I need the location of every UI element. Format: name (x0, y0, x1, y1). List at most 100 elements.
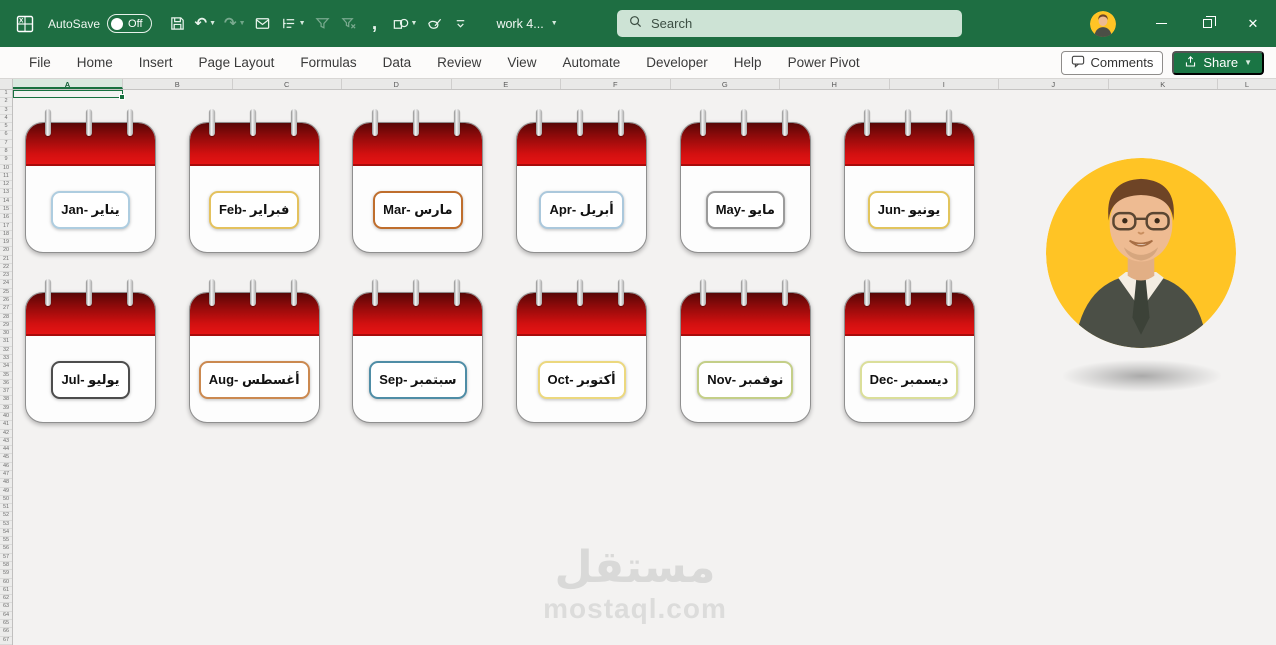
row-header-66[interactable]: 66 (0, 628, 12, 637)
row-header-50[interactable]: 50 (0, 496, 12, 505)
tab-formulas[interactable]: Formulas (287, 47, 369, 78)
row-header-12[interactable]: 12 (0, 181, 12, 190)
calendar-card-aug[interactable]: Aug- أغسطس (188, 279, 320, 423)
row-header-36[interactable]: 36 (0, 380, 12, 389)
restore-button[interactable] (1184, 0, 1230, 47)
row-header-22[interactable]: 22 (0, 264, 12, 273)
tab-home[interactable]: Home (64, 47, 126, 78)
row-header-33[interactable]: 33 (0, 355, 12, 364)
edit-shape-icon[interactable] (422, 9, 446, 39)
row-header-49[interactable]: 49 (0, 488, 12, 496)
calendar-card-jan[interactable]: Jan- يناير (25, 109, 156, 253)
tab-insert[interactable]: Insert (126, 47, 186, 78)
month-button-mar[interactable]: Mar- مارس (373, 191, 463, 229)
column-header-g[interactable]: G (671, 79, 780, 89)
row-header-19[interactable]: 19 (0, 239, 12, 248)
comments-button[interactable]: Comments (1060, 50, 1164, 75)
row-header-37[interactable]: 37 (0, 388, 12, 397)
month-button-nov[interactable]: Nov- نوفمبر (697, 361, 794, 399)
tab-data[interactable]: Data (370, 47, 425, 78)
tab-automate[interactable]: Automate (549, 47, 633, 78)
row-header-26[interactable]: 26 (0, 297, 12, 306)
month-button-jan[interactable]: Jan- يناير (51, 191, 130, 229)
row-header-10[interactable]: 10 (0, 165, 12, 173)
month-button-apr[interactable]: Apr- أبريل (539, 191, 624, 229)
row-header-1[interactable]: 1 (0, 90, 12, 99)
calendar-card-jun[interactable]: Jun- يونيو (843, 109, 975, 253)
row-header-63[interactable]: 63 (0, 603, 12, 612)
row-header-45[interactable]: 45 (0, 454, 12, 463)
column-header-c[interactable]: C (233, 79, 342, 89)
row-header-48[interactable]: 48 (0, 479, 12, 488)
row-header-42[interactable]: 42 (0, 430, 12, 438)
tab-file[interactable]: File (16, 47, 64, 78)
row-header-23[interactable]: 23 (0, 272, 12, 281)
calendar-card-nov[interactable]: Nov- نوفمبر (679, 279, 811, 423)
tab-review[interactable]: Review (424, 47, 494, 78)
select-all-corner[interactable] (0, 79, 13, 89)
autosave-control[interactable]: AutoSave Off (48, 14, 152, 33)
calendar-card-apr[interactable]: Apr- أبريل (516, 109, 648, 253)
row-header-2[interactable]: 2 (0, 98, 12, 107)
row-header-4[interactable]: 4 (0, 115, 12, 124)
month-button-oct[interactable]: Oct- أكتوبر (537, 361, 626, 399)
row-header-30[interactable]: 30 (0, 330, 12, 339)
row-header-14[interactable]: 14 (0, 198, 12, 206)
calendar-card-oct[interactable]: Oct- أكتوبر (516, 279, 648, 423)
row-header-65[interactable]: 65 (0, 620, 12, 629)
column-header-h[interactable]: H (780, 79, 890, 89)
row-header-47[interactable]: 47 (0, 471, 12, 480)
row-header-38[interactable]: 38 (0, 396, 12, 405)
row-header-21[interactable]: 21 (0, 256, 12, 264)
row-header-55[interactable]: 55 (0, 537, 12, 546)
row-header-17[interactable]: 17 (0, 223, 12, 231)
row-header-46[interactable]: 46 (0, 463, 12, 471)
autosave-toggle[interactable]: Off (107, 14, 152, 33)
row-header-24[interactable]: 24 (0, 280, 12, 289)
user-avatar[interactable] (1090, 10, 1116, 37)
column-header-b[interactable]: B (123, 79, 233, 89)
search-box[interactable]: Search (617, 10, 962, 37)
row-header-39[interactable]: 39 (0, 405, 12, 413)
month-button-may[interactable]: May- مايو (705, 191, 785, 229)
active-cell-selection[interactable] (13, 90, 125, 100)
row-header-6[interactable]: 6 (0, 131, 12, 140)
column-header-l[interactable]: L (1218, 79, 1276, 89)
row-header-32[interactable]: 32 (0, 347, 12, 355)
column-header-f[interactable]: F (561, 79, 671, 89)
tab-developer[interactable]: Developer (633, 47, 721, 78)
calendar-card-feb[interactable]: Feb- فبراير (188, 109, 320, 253)
tab-power-pivot[interactable]: Power Pivot (775, 47, 873, 78)
row-header-25[interactable]: 25 (0, 289, 12, 298)
row-header-64[interactable]: 64 (0, 612, 12, 620)
excel-app-icon[interactable]: X (12, 11, 38, 37)
column-header-j[interactable]: J (999, 79, 1109, 89)
row-header-58[interactable]: 58 (0, 562, 12, 571)
row-header-52[interactable]: 52 (0, 512, 12, 521)
column-header-i[interactable]: I (890, 79, 999, 89)
row-header-5[interactable]: 5 (0, 123, 12, 132)
sheet-canvas[interactable]: Jan- يناير Feb- فبراير Mar- مارس Apr- أبريل… (13, 90, 1276, 645)
row-header-60[interactable]: 60 (0, 579, 12, 587)
tab-page-layout[interactable]: Page Layout (186, 47, 288, 78)
minimize-button[interactable] (1138, 0, 1184, 47)
calendar-card-dec[interactable]: Dec- ديسمبر (843, 279, 975, 423)
row-header-31[interactable]: 31 (0, 338, 12, 347)
row-header-67[interactable]: 67 (0, 637, 12, 645)
month-button-aug[interactable]: Aug- أغسطس (198, 361, 310, 399)
month-button-feb[interactable]: Feb- فبراير (208, 191, 300, 229)
calendar-card-may[interactable]: May- مايو (679, 109, 811, 253)
mail-icon[interactable] (251, 9, 275, 39)
tab-help[interactable]: Help (721, 47, 775, 78)
month-button-sep[interactable]: Sep- سبتمبر (369, 361, 467, 399)
row-header-29[interactable]: 29 (0, 322, 12, 331)
shapes-icon[interactable]: ▼ (389, 9, 421, 39)
row-header-62[interactable]: 62 (0, 595, 12, 604)
row-header-11[interactable]: 11 (0, 173, 12, 182)
row-header-51[interactable]: 51 (0, 504, 12, 513)
row-header-59[interactable]: 59 (0, 570, 12, 579)
row-header-8[interactable]: 8 (0, 148, 12, 157)
row-header-7[interactable]: 7 (0, 140, 12, 148)
column-header-e[interactable]: E (452, 79, 561, 89)
save-icon[interactable] (166, 9, 190, 39)
